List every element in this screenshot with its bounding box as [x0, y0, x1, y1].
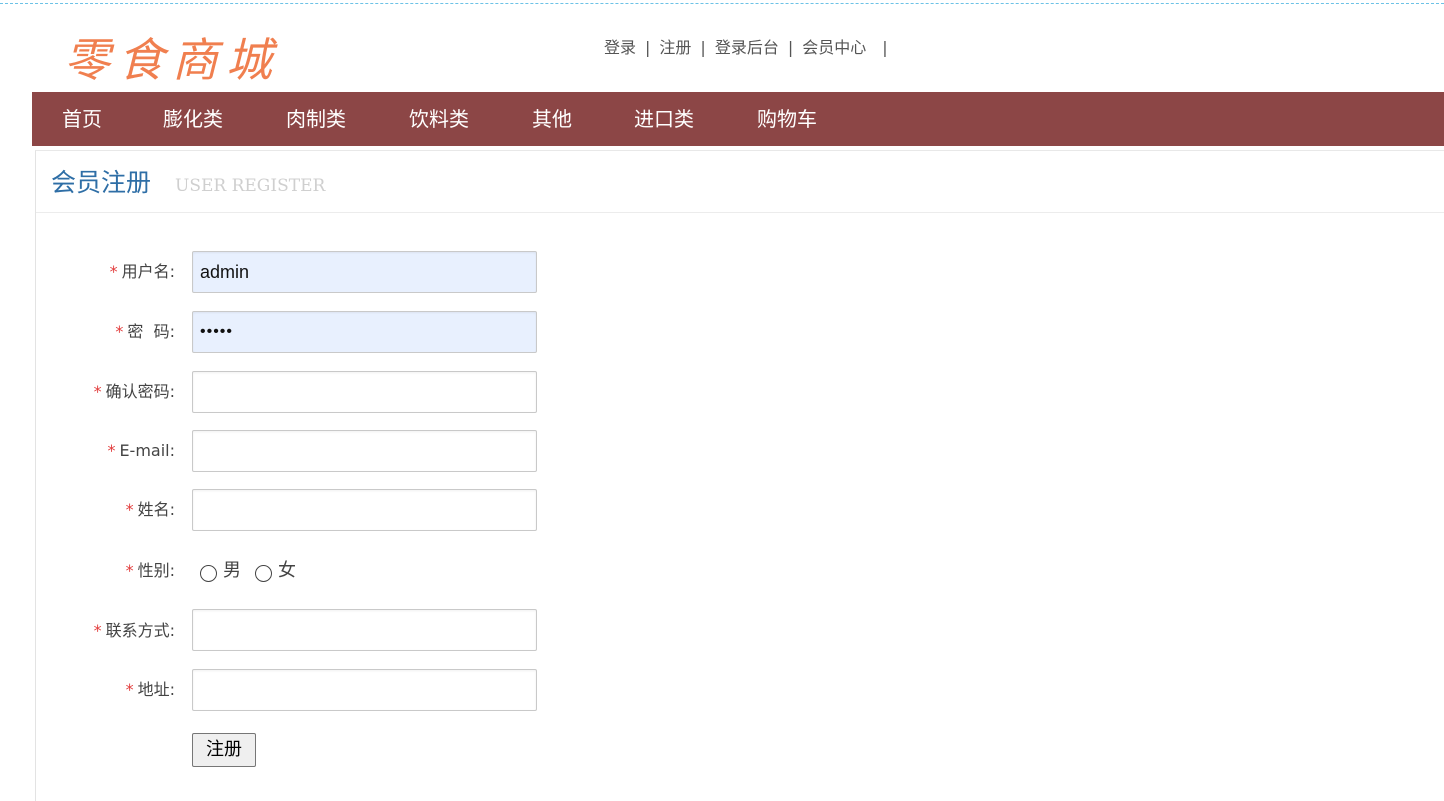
- required-mark: *: [125, 680, 134, 699]
- label-text: 地址:: [137, 680, 175, 699]
- email-label: * E-mail:: [35, 440, 175, 462]
- required-mark: *: [125, 561, 134, 580]
- required-mark: *: [107, 441, 116, 460]
- gender-female-label[interactable]: 女: [278, 560, 296, 582]
- top-dashed-border: [0, 3, 1444, 4]
- member-center-link[interactable]: 会员中心: [802, 37, 866, 59]
- register-link[interactable]: 注册: [659, 37, 691, 59]
- label-text: 联系方式:: [105, 621, 175, 640]
- confirm-password-label: * 确认密码:: [35, 381, 175, 403]
- nav-item-cart[interactable]: 购物车: [757, 92, 817, 146]
- panel-subtitle: USER REGISTER: [175, 176, 326, 196]
- nav-item-other[interactable]: 其他: [532, 92, 572, 146]
- nav-item-home[interactable]: 首页: [62, 92, 102, 146]
- login-link[interactable]: 登录: [604, 37, 636, 59]
- gender-female-radio[interactable]: [255, 565, 272, 582]
- site-logo[interactable]: 零食商城: [64, 32, 280, 88]
- nav-item-drinks[interactable]: 饮料类: [409, 92, 469, 146]
- nav-item-puffed[interactable]: 膨化类: [163, 92, 223, 146]
- password-label: * 密 码:: [35, 321, 175, 343]
- gender-male-radio[interactable]: [200, 565, 217, 582]
- separator: |: [882, 38, 888, 57]
- required-mark: *: [115, 322, 124, 341]
- required-mark: *: [125, 500, 134, 519]
- panel-header: 会员注册 USER REGISTER: [36, 151, 1444, 213]
- name-input[interactable]: [192, 489, 537, 531]
- name-label: * 姓名:: [35, 499, 175, 521]
- address-input[interactable]: [192, 669, 537, 711]
- required-mark: *: [93, 382, 102, 401]
- label-text: 用户名:: [121, 262, 175, 281]
- label-text: 确认密码:: [105, 382, 175, 401]
- separator: |: [645, 38, 651, 57]
- nav-item-imported[interactable]: 进口类: [634, 92, 694, 146]
- label-text: 性别:: [137, 561, 175, 580]
- phone-input[interactable]: [192, 609, 537, 651]
- main-nav: 首页 膨化类 肉制类 饮料类 其他 进口类 购物车: [32, 92, 1444, 146]
- separator: |: [700, 38, 706, 57]
- username-label: * 用户名:: [35, 261, 175, 283]
- required-mark: *: [109, 262, 118, 281]
- label-text: 姓名:: [137, 500, 175, 519]
- address-label: * 地址:: [35, 679, 175, 701]
- username-input[interactable]: admin: [192, 251, 537, 293]
- label-text: 密 码:: [127, 322, 175, 341]
- nav-item-meat[interactable]: 肉制类: [286, 92, 346, 146]
- required-mark: *: [93, 621, 102, 640]
- admin-login-link[interactable]: 登录后台: [715, 37, 779, 59]
- gender-label: * 性别:: [35, 560, 175, 582]
- top-links: 登录 | 注册 | 登录后台 | 会员中心 |: [604, 37, 897, 59]
- phone-label: * 联系方式:: [35, 620, 175, 642]
- email-input[interactable]: [192, 430, 537, 472]
- separator: |: [787, 38, 794, 57]
- password-input[interactable]: •••••: [192, 311, 537, 353]
- panel-title: 会员注册: [51, 168, 152, 197]
- confirm-password-input[interactable]: [192, 371, 537, 413]
- label-text: E-mail:: [119, 441, 175, 460]
- gender-male-label[interactable]: 男: [223, 560, 241, 582]
- register-button[interactable]: 注册: [192, 733, 256, 767]
